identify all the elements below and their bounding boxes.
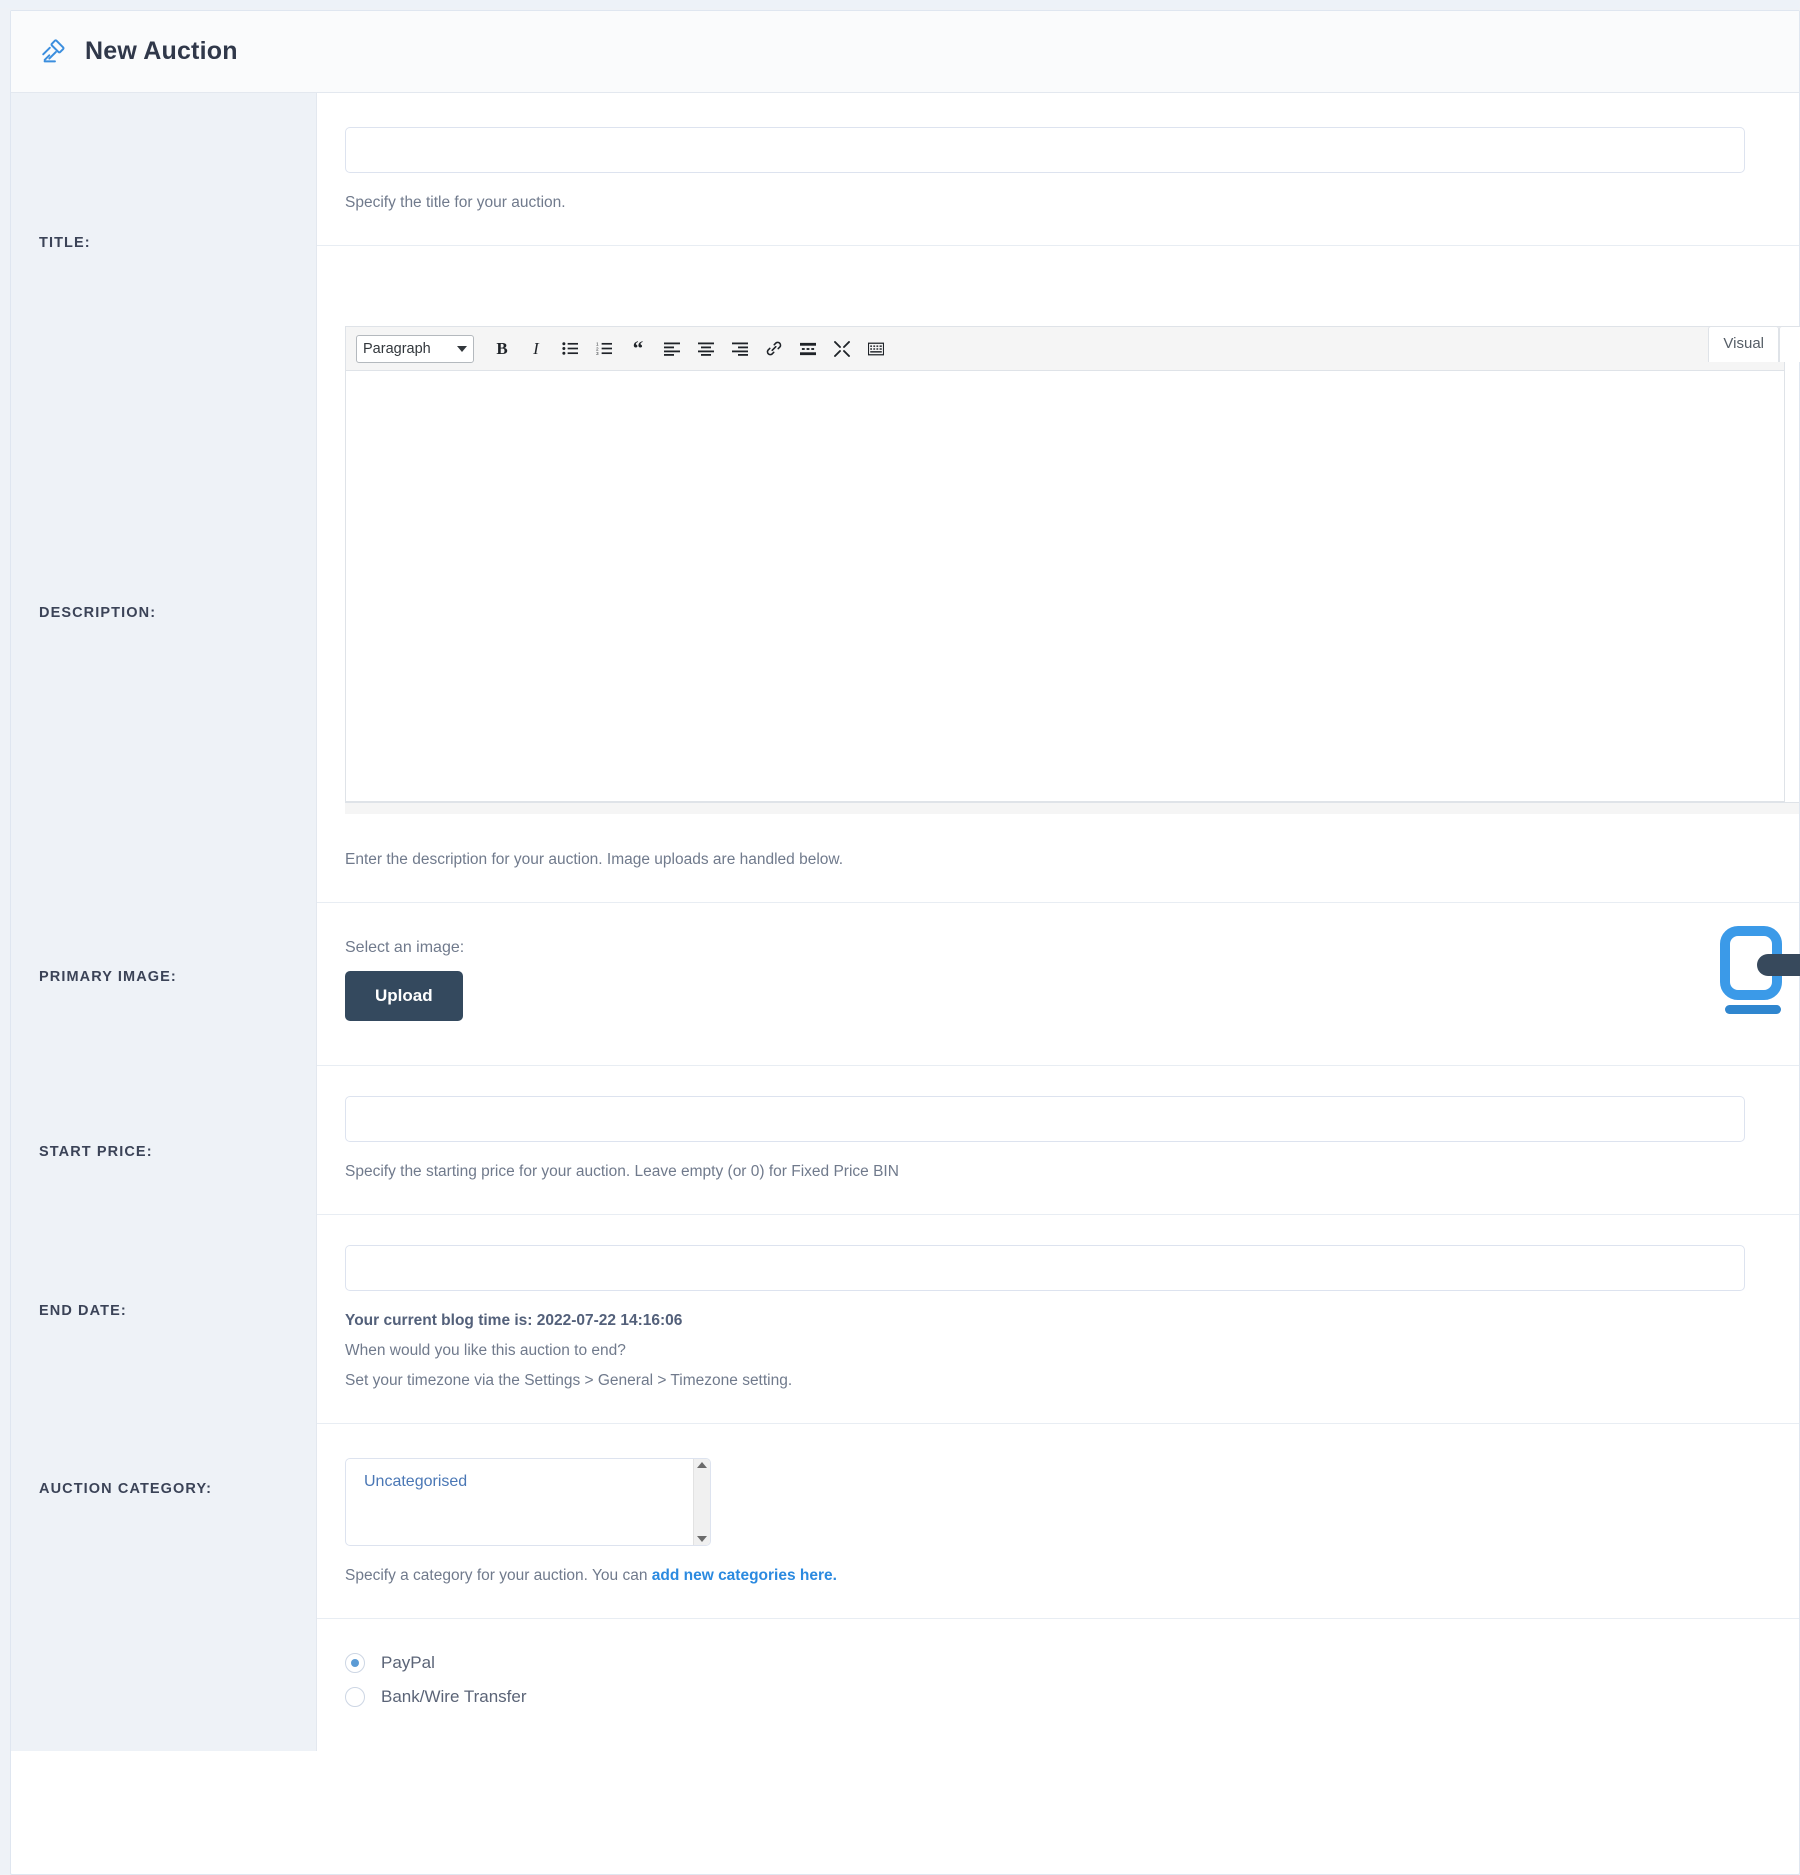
scroll-up-icon[interactable] <box>697 1462 707 1468</box>
auction-form-page: New Auction TITLE: DESCRIPTION: PRIMARY … <box>0 0 1800 1875</box>
editor-tabs: Visual Text <box>1708 326 1800 362</box>
align-left-icon[interactable] <box>658 335 686 363</box>
page-title: New Auction <box>85 37 238 66</box>
payment-option-label: Bank/Wire Transfer <box>381 1687 527 1707</box>
payment-option-paypal[interactable]: PayPal <box>345 1653 1799 1673</box>
radio-paypal-icon[interactable] <box>345 1653 365 1673</box>
category-help-prefix: Specify a category for your auction. You… <box>345 1567 652 1584</box>
editor-content-area[interactable] <box>346 371 1784 801</box>
field-end-date: Your current blog time is: 2022-07-22 14… <box>317 1215 1799 1424</box>
bulleted-list-icon[interactable] <box>556 335 584 363</box>
align-center-icon[interactable] <box>692 335 720 363</box>
form-body: TITLE: DESCRIPTION: PRIMARY IMAGE: START… <box>11 93 1799 1751</box>
field-title: Specify the title for your auction. <box>317 93 1799 246</box>
label-auction-category: AUCTION CATEGORY: <box>39 1481 212 1497</box>
end-date-input[interactable] <box>345 1245 1745 1291</box>
end-date-question: When would you like this auction to end? <box>345 1339 1799 1363</box>
gavel-decoration-icon <box>1709 921 1800 1021</box>
field-payment-methods: PayPal Bank/Wire Transfer <box>317 1619 1799 1751</box>
fullscreen-icon[interactable] <box>828 335 856 363</box>
scroll-down-icon[interactable] <box>697 1536 707 1542</box>
editor-box: Paragraph B I <box>345 326 1785 802</box>
select-image-label: Select an image: <box>345 939 1799 957</box>
chevron-down-icon <box>457 346 467 352</box>
payment-option-label: PayPal <box>381 1653 435 1673</box>
upload-button[interactable]: Upload <box>345 971 463 1021</box>
tab-text[interactable]: Text <box>1779 326 1800 362</box>
radio-bank-wire-icon[interactable] <box>345 1687 365 1707</box>
label-description: DESCRIPTION: <box>39 605 156 621</box>
format-select-value: Paragraph <box>363 341 431 357</box>
align-right-icon[interactable] <box>726 335 754 363</box>
bold-icon[interactable]: B <box>488 335 516 363</box>
label-end-date: END DATE: <box>39 1303 127 1319</box>
field-start-price: Specify the starting price for your auct… <box>317 1066 1799 1215</box>
add-new-categories-link[interactable]: add new categories here. <box>652 1567 837 1584</box>
read-more-icon[interactable] <box>794 335 822 363</box>
title-input[interactable] <box>345 127 1745 173</box>
numbered-list-icon[interactable]: 1 2 3 <box>590 335 618 363</box>
keyboard-shortcuts-icon[interactable] <box>862 335 890 363</box>
fields-column: Specify the title for your auction. Visu… <box>317 93 1799 1751</box>
payment-option-bank-wire[interactable]: Bank/Wire Transfer <box>345 1687 1799 1707</box>
top-accent-strip <box>0 0 1800 8</box>
editor-statusbar <box>345 802 1799 814</box>
label-title: TITLE: <box>39 235 91 251</box>
end-date-timezone-hint: Set your timezone via the Settings > Gen… <box>345 1369 1799 1393</box>
label-start-price: START PRICE: <box>39 1144 153 1160</box>
start-price-help: Specify the starting price for your auct… <box>345 1160 1799 1184</box>
blockquote-icon[interactable]: “ <box>624 335 652 363</box>
title-help: Specify the title for your auction. <box>345 191 1799 215</box>
labels-rail: TITLE: DESCRIPTION: PRIMARY IMAGE: START… <box>11 93 317 1751</box>
end-date-current-time: Your current blog time is: 2022-07-22 14… <box>345 1309 1799 1333</box>
start-price-input[interactable] <box>345 1096 1745 1142</box>
description-help: Enter the description for your auction. … <box>345 848 1799 872</box>
category-options: Uncategorised <box>346 1459 693 1545</box>
field-primary-image: Select an image: Upload <box>317 903 1799 1066</box>
field-auction-category: Uncategorised Specify a category for you… <box>317 1424 1799 1619</box>
gavel-icon <box>39 37 69 67</box>
link-icon[interactable] <box>760 335 788 363</box>
field-description: Visual Text Paragraph B I <box>317 246 1799 903</box>
format-select[interactable]: Paragraph <box>356 335 474 363</box>
new-auction-panel: New Auction TITLE: DESCRIPTION: PRIMARY … <box>10 10 1800 1875</box>
italic-icon[interactable]: I <box>522 335 550 363</box>
category-help: Specify a category for your auction. You… <box>345 1564 1799 1588</box>
svg-text:3: 3 <box>596 351 599 356</box>
category-scrollbar[interactable] <box>693 1459 710 1545</box>
category-listbox[interactable]: Uncategorised <box>345 1458 711 1546</box>
description-editor: Visual Text Paragraph B I <box>345 326 1799 814</box>
editor-toolbar: Paragraph B I <box>346 327 1784 371</box>
category-option[interactable]: Uncategorised <box>364 1471 693 1493</box>
tab-visual[interactable]: Visual <box>1708 326 1779 362</box>
label-primary-image: PRIMARY IMAGE: <box>39 969 177 985</box>
panel-header: New Auction <box>11 11 1799 93</box>
